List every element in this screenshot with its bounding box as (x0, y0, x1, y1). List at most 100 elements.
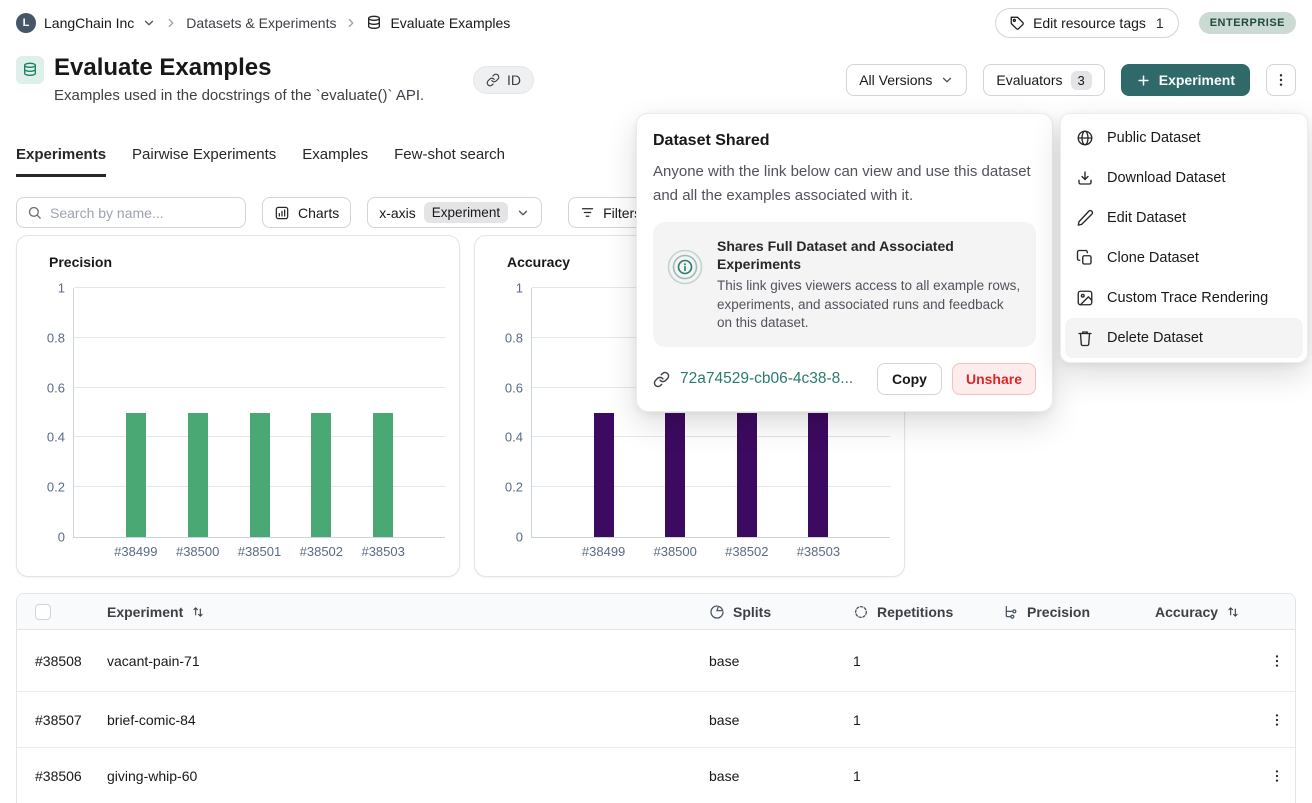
copy-link-button[interactable]: Copy (877, 363, 942, 395)
search-input[interactable] (50, 205, 235, 221)
xaxis-label: x-axis (379, 205, 416, 221)
share-link[interactable]: 72a74529-cb06-4c38-8... (680, 370, 867, 388)
column-header-repetitions[interactable]: Repetitions (877, 604, 953, 620)
share-scope-body: This link gives viewers access to all ex… (717, 277, 1022, 332)
bar-38499[interactable] (594, 413, 614, 538)
x-tick-label: #38502 (300, 544, 343, 559)
chevron-down-icon[interactable] (142, 16, 156, 30)
y-gridline (532, 436, 890, 437)
sort-icon[interactable] (191, 605, 205, 619)
bar-38502[interactable] (311, 413, 331, 538)
charts-button[interactable]: Charts (262, 197, 351, 228)
y-tick-label: 0.4 (47, 430, 65, 445)
database-icon (366, 15, 382, 31)
edit-resource-tags-label: Edit resource tags (1033, 15, 1146, 31)
globe-icon (1076, 129, 1094, 147)
trash-icon (1076, 329, 1094, 347)
menu-item-delete-dataset[interactable]: Delete Dataset (1065, 318, 1303, 358)
bar-38500[interactable] (188, 413, 208, 538)
tag-icon (1010, 16, 1025, 31)
row-kebab-icon[interactable] (1269, 653, 1296, 669)
repetitions-icon (853, 604, 869, 620)
info-icon (667, 249, 703, 332)
charts-label: Charts (298, 205, 339, 221)
row-kebab-icon[interactable] (1269, 768, 1296, 784)
breadcrumb-org[interactable]: LangChain Inc (44, 15, 134, 31)
share-link-row: 72a74529-cb06-4c38-8... Copy Unshare (653, 363, 1036, 395)
tab-examples[interactable]: Examples (302, 146, 368, 177)
sort-icon[interactable] (1226, 605, 1240, 619)
evaluators-button[interactable]: Evaluators 3 (983, 64, 1104, 96)
experiment-name[interactable]: vacant-pain-71 (91, 653, 693, 669)
id-label: ID (507, 72, 521, 88)
xaxis-value-chip: Experiment (424, 202, 508, 223)
menu-item-custom-trace-rendering[interactable]: Custom Trace Rendering (1065, 278, 1303, 318)
share-scope-title: Shares Full Dataset and Associated Exper… (717, 237, 1022, 273)
pencil-icon (1076, 209, 1094, 227)
y-gridline (74, 387, 445, 388)
all-versions-dropdown[interactable]: All Versions (846, 64, 967, 96)
x-tick-label: #38500 (176, 544, 219, 559)
menu-item-clone-dataset[interactable]: Clone Dataset (1065, 238, 1303, 278)
table-row[interactable]: #38508 vacant-pain-71 base 1 (17, 630, 1295, 692)
x-tick-label: #38499 (582, 544, 625, 559)
bar-38499[interactable] (126, 413, 146, 538)
resource-tags-count: 1 (1156, 15, 1164, 31)
menu-item-label: Delete Dataset (1107, 330, 1203, 346)
evaluators-label: Evaluators (996, 72, 1062, 88)
experiment-name[interactable]: giving-whip-60 (91, 768, 693, 784)
y-gridline (74, 337, 445, 338)
menu-item-edit-dataset[interactable]: Edit Dataset (1065, 198, 1303, 238)
xaxis-dropdown[interactable]: x-axis Experiment (367, 197, 542, 228)
bar-38503[interactable] (808, 413, 828, 538)
x-tick-label: #38500 (653, 544, 696, 559)
tab-pairwise-experiments[interactable]: Pairwise Experiments (132, 146, 276, 177)
org-avatar[interactable]: L (16, 13, 36, 33)
y-tick-label: 0.6 (47, 380, 65, 395)
experiment-id: #38508 (17, 653, 91, 669)
menu-item-download-dataset[interactable]: Download Dataset (1065, 158, 1303, 198)
bar-38500[interactable] (665, 413, 685, 538)
column-header-experiment[interactable]: Experiment (107, 604, 183, 620)
link-icon (486, 73, 500, 87)
splits-value: base (693, 712, 837, 728)
search-input-wrapper (16, 197, 246, 228)
copy-id-button[interactable]: ID (473, 66, 534, 94)
breadcrumb-section[interactable]: Datasets & Experiments (186, 15, 336, 31)
y-tick-label: 1 (58, 281, 65, 296)
row-kebab-icon[interactable] (1269, 712, 1296, 728)
select-all-checkbox[interactable] (35, 604, 51, 620)
table-row[interactable]: #38507 brief-comic-84 base 1 (17, 692, 1295, 748)
precision-chart-plot: 00.20.40.60.81#38499#38500#38501#38502#3… (73, 288, 445, 538)
dataset-icon (16, 56, 44, 84)
page-title: Evaluate Examples (54, 54, 424, 82)
download-icon (1076, 169, 1094, 187)
y-tick-label: 0.2 (47, 480, 65, 495)
column-header-splits[interactable]: Splits (733, 604, 771, 620)
unshare-button[interactable]: Unshare (952, 363, 1036, 395)
experiment-name[interactable]: brief-comic-84 (91, 712, 693, 728)
dataset-actions-menu-button[interactable] (1266, 64, 1296, 96)
table-row[interactable]: #38506 giving-whip-60 base 1 (17, 748, 1295, 803)
new-experiment-button[interactable]: Experiment (1121, 64, 1250, 96)
chart-title: Precision (49, 254, 112, 270)
splits-value: base (693, 653, 837, 669)
edit-resource-tags-button[interactable]: Edit resource tags 1 (995, 8, 1179, 38)
popover-title: Dataset Shared (653, 132, 1036, 150)
y-gridline (532, 486, 890, 487)
column-header-accuracy[interactable]: Accuracy (1155, 604, 1218, 620)
new-experiment-label: Experiment (1159, 72, 1235, 88)
column-header-precision[interactable]: Precision (1027, 604, 1090, 620)
tab-experiments[interactable]: Experiments (16, 146, 106, 177)
bar-38503[interactable] (373, 413, 393, 538)
bar-38501[interactable] (250, 413, 270, 538)
precision-metric-icon (1003, 604, 1019, 620)
bar-38502[interactable] (737, 413, 757, 538)
breadcrumb-page[interactable]: Evaluate Examples (390, 15, 510, 31)
y-tick-label: 0 (58, 530, 65, 545)
chevron-down-icon (516, 206, 530, 220)
dataset-actions-menu: Public Dataset Download Dataset Edit Dat… (1060, 113, 1308, 363)
menu-item-public-dataset[interactable]: Public Dataset (1065, 118, 1303, 158)
tab-few-shot-search[interactable]: Few-shot search (394, 146, 505, 177)
page-header: Evaluate Examples Examples used in the d… (0, 54, 1312, 110)
